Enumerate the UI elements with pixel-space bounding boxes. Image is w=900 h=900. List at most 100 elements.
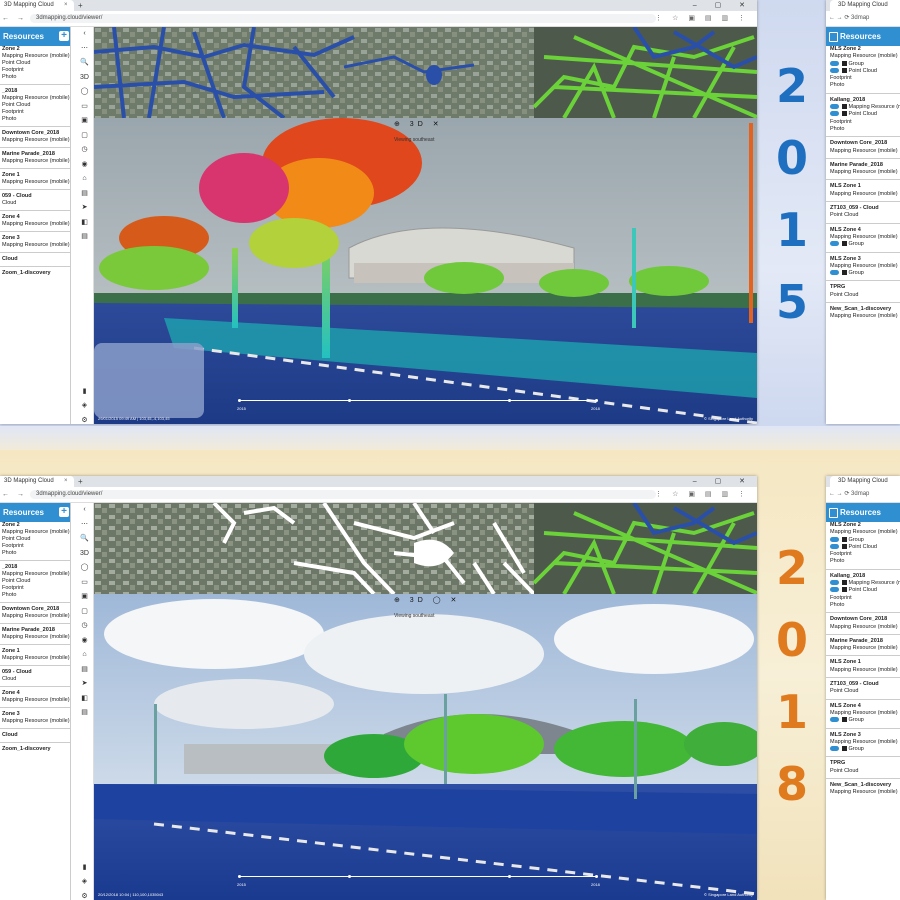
resource-list-item[interactable]: Zoom_1-discovery [0, 746, 70, 753]
resource-list-item[interactable]: Mapping Resource (mobile) [0, 634, 70, 641]
window-controls[interactable]: – ▢ ✕ [693, 476, 753, 487]
resource-list-item[interactable]: Mapping Resource (mobile) [0, 95, 70, 102]
resource-list-item[interactable]: Mapping Resource (mobile) [0, 137, 70, 144]
street-view-2015[interactable]: ⊕ 3D ✕ Viewing southeast 2015 2018 29/01… [94, 118, 757, 424]
resource-list-item[interactable]: Point Cloud [0, 60, 70, 67]
secondary-resource-item[interactable]: Mapping Resource (mobile) [826, 263, 900, 270]
timeline-slider[interactable] [238, 398, 598, 402]
new-tab-button[interactable]: + [78, 476, 83, 487]
secondary-resource-item[interactable]: Mapping Resource (mobile) [826, 739, 900, 746]
resource-list-item[interactable]: Cloud [0, 200, 70, 207]
secondary-resource-item[interactable]: MLS Zone 1 [826, 659, 900, 666]
resource-list-item[interactable]: Zoom_1-discovery [0, 270, 70, 277]
secondary-resource-item[interactable]: Point Cloud [826, 544, 900, 551]
resource-list-item[interactable]: Marine Parade_2018 [0, 151, 70, 158]
secondary-resource-item[interactable]: Photo [826, 126, 900, 133]
secondary-tab[interactable]: 3D Mapping Cloud [830, 476, 900, 487]
secondary-resource-item[interactable]: Point Cloud [826, 292, 900, 299]
resource-list-item[interactable]: Cloud [0, 732, 70, 739]
secondary-resource-item[interactable]: Mapping Resource (mobile) [826, 234, 900, 241]
resource-list-item[interactable]: Zone 4 [0, 690, 70, 697]
resource-list-item[interactable]: Mapping Resource (mobile) [0, 655, 70, 662]
view-controls[interactable]: ⊕ 3D ✕ [394, 120, 443, 128]
secondary-tab[interactable]: 3D Mapping Cloud [830, 0, 900, 11]
secondary-resource-item[interactable]: Mapping Resource (mobile) [826, 667, 900, 674]
secondary-resource-item[interactable]: Group [826, 717, 900, 724]
secondary-resource-item[interactable]: Mapping Resource (mobile) [826, 53, 900, 60]
timeline-point[interactable] [595, 874, 598, 878]
resource-list-item[interactable]: Zone 2 [0, 46, 70, 53]
secondary-resource-item[interactable]: MLS Zone 4 [826, 227, 900, 234]
viewer-bottom-tool-icon[interactable]: ⚙ [76, 890, 93, 900]
checkbox-icon[interactable] [842, 104, 847, 110]
viewer-bottom-tool-icon[interactable]: ◈ [76, 399, 93, 414]
viewer-bottom-tool-icon[interactable]: ▮ [76, 385, 93, 400]
secondary-resource-item[interactable]: Group [826, 61, 900, 68]
checkbox-icon[interactable] [842, 536, 847, 542]
secondary-resource-item[interactable]: Footprint [826, 551, 900, 558]
resource-list-item[interactable]: Footprint [0, 543, 70, 550]
checkbox-icon[interactable] [842, 270, 847, 276]
timeline-point[interactable] [508, 398, 511, 402]
secondary-resource-item[interactable]: Mapping Resource (mobile) [826, 710, 900, 717]
resource-list-item[interactable]: Downtown Core_2018 [0, 130, 70, 137]
secondary-resource-item[interactable]: Marine Parade_2018 [826, 162, 900, 169]
secondary-resource-item[interactable]: Mapping Resource (mobile) [826, 580, 900, 587]
new-tab-button[interactable]: + [78, 0, 83, 11]
street-view-2018[interactable]: ⊕ 3D ◯ ✕ Viewing southeast 2015 2018 20/… [94, 594, 757, 900]
visibility-toggle-icon[interactable] [830, 270, 839, 276]
secondary-resource-item[interactable]: Marine Parade_2018 [826, 638, 900, 645]
add-resource-button[interactable]: + [59, 31, 69, 41]
viewer-tool-icon[interactable]: ◯ [76, 85, 93, 100]
resource-list-item[interactable]: Cloud [0, 256, 70, 263]
tab-close-icon[interactable]: × [64, 0, 68, 11]
url-field[interactable]: 3dmapping.cloud/viewer/ [30, 14, 656, 23]
secondary-resource-item[interactable]: Kallang_2018 [826, 97, 900, 104]
timeline-point[interactable] [508, 874, 511, 878]
secondary-address-bar[interactable]: ← → ⟳ 3dmap [826, 11, 900, 27]
resource-list-item[interactable]: Zone 1 [0, 648, 70, 655]
secondary-resource-item[interactable]: MLS Zone 3 [826, 732, 900, 739]
secondary-resource-item[interactable]: TPRG [826, 284, 900, 291]
viewer-tool-icon[interactable]: 3D [76, 547, 93, 562]
viewer-tool-icon[interactable]: ▢ [76, 129, 93, 144]
viewer-tool-icon[interactable]: 🔍 [76, 532, 93, 547]
visibility-toggle-icon[interactable] [830, 746, 839, 752]
resource-list-item[interactable]: Point Cloud [0, 578, 70, 585]
secondary-resource-item[interactable]: MLS Zone 1 [826, 183, 900, 190]
viewer-tool-icon[interactable]: ▣ [76, 114, 93, 129]
resource-list-item[interactable]: Footprint [0, 585, 70, 592]
visibility-toggle-icon[interactable] [830, 717, 839, 723]
viewer-tool-icon[interactable]: ▭ [76, 576, 93, 591]
viewer-bottom-tool-icon[interactable]: ▮ [76, 861, 93, 876]
viewer-tool-icon[interactable]: ➤ [76, 677, 93, 692]
resource-list-item[interactable]: Zone 1 [0, 172, 70, 179]
viewer-tool-icon[interactable]: ▭ [76, 100, 93, 115]
viewer-tool-icon[interactable]: ◉ [76, 158, 93, 173]
resource-list-item[interactable]: Cloud [0, 676, 70, 683]
resource-list-item[interactable]: Photo [0, 550, 70, 557]
visibility-toggle-icon[interactable] [830, 104, 839, 110]
checkbox-icon[interactable] [842, 580, 847, 586]
secondary-url[interactable]: 3dmap [851, 491, 869, 497]
viewer-tool-icon[interactable]: ➤ [76, 201, 93, 216]
secondary-resource-item[interactable]: Mapping Resource (mobile) [826, 169, 900, 176]
secondary-resource-item[interactable]: New_Scan_1-discovery [826, 782, 900, 789]
secondary-resource-item[interactable]: Mapping Resource (mobile) [826, 645, 900, 652]
viewer-tool-icon[interactable]: ⌂ [76, 648, 93, 663]
secondary-resource-item[interactable]: Point Cloud [826, 212, 900, 219]
resource-list-item[interactable]: Mapping Resource (mobile) [0, 158, 70, 165]
resource-list-item[interactable]: Downtown Core_2018 [0, 606, 70, 613]
resource-list-item[interactable]: Marine Parade_2018 [0, 627, 70, 634]
viewer-tool-icon[interactable]: ◉ [76, 634, 93, 649]
viewer-tool-icon[interactable]: ▤ [76, 663, 93, 678]
checkbox-icon[interactable] [842, 67, 847, 73]
secondary-nav-buttons[interactable]: ← → ⟳ [829, 491, 849, 497]
resource-list-item[interactable]: Mapping Resource (mobile) [0, 718, 70, 725]
resource-list-item[interactable]: Point Cloud [0, 102, 70, 109]
resource-list-item[interactable]: Photo [0, 116, 70, 123]
viewer-tool-icon[interactable]: ‹ [76, 503, 93, 518]
resource-list-item[interactable]: Mapping Resource (mobile) [0, 529, 70, 536]
viewer-tool-icon[interactable]: ▤ [76, 187, 93, 202]
checkbox-icon[interactable] [842, 60, 847, 66]
